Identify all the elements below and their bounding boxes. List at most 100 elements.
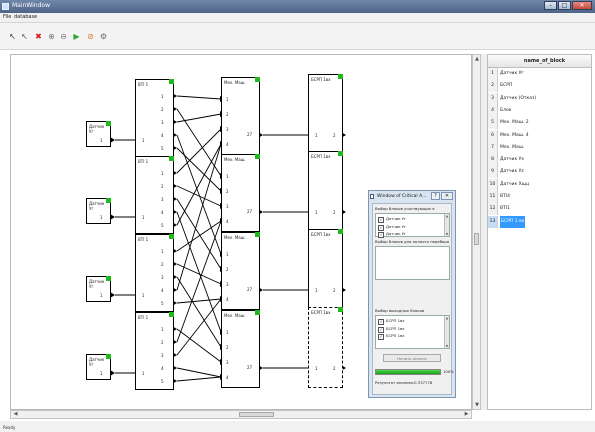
list-scrollbar[interactable]: ▲ ▼ bbox=[444, 214, 449, 236]
pointer-alt-icon[interactable]: ↖ bbox=[20, 32, 29, 41]
sensor-block[interactable]: Датчик Уг bbox=[86, 354, 111, 380]
scroll-right-icon[interactable]: ▶ bbox=[463, 411, 470, 418]
table-row[interactable]: 11 BTI4 bbox=[488, 191, 591, 203]
port-number: 5 bbox=[161, 301, 164, 306]
port-number: 27 bbox=[247, 365, 253, 370]
bsrp-block[interactable]: БСРП 1вх bbox=[308, 151, 343, 232]
table-row[interactable]: 2 БСРП bbox=[488, 80, 591, 93]
stop-icon[interactable]: ⊘ bbox=[86, 32, 95, 41]
block-checkbox[interactable]: ✓ БСРП 1вх bbox=[378, 325, 405, 333]
delete-icon[interactable]: ✖ bbox=[34, 32, 43, 41]
port-number: 1 bbox=[100, 138, 103, 143]
table-row[interactable]: 3 Датчик (Отказ) bbox=[488, 92, 591, 105]
table-row[interactable]: 5 Мех. Маш. 2 bbox=[488, 117, 591, 130]
port-number: 1 bbox=[161, 94, 164, 99]
canvas-vertical-scrollbar[interactable]: ▲ ▼ bbox=[472, 54, 481, 410]
dialog-controls: ? ✕ bbox=[430, 192, 453, 200]
canvas-horizontal-scrollbar[interactable]: ◀ ▶ bbox=[10, 410, 472, 419]
scroll-down-icon[interactable]: ▼ bbox=[474, 402, 480, 408]
checkbox-icon[interactable]: ✓ bbox=[378, 232, 384, 238]
port-number: 1 bbox=[142, 293, 145, 298]
table-header[interactable]: name_of_block bbox=[488, 55, 591, 68]
block-checkbox[interactable]: ✓ БСРП 1вх bbox=[378, 317, 405, 325]
table-row[interactable]: 9 Датчик Уz bbox=[488, 166, 591, 179]
menu-database[interactable]: database bbox=[14, 14, 37, 20]
row-number: 3 bbox=[488, 92, 498, 105]
row-number: 7 bbox=[488, 141, 498, 154]
list-scrollbar[interactable]: ▲ ▼ bbox=[444, 316, 449, 348]
close-button[interactable]: ✕ bbox=[572, 1, 592, 10]
output-blocks-list[interactable]: ▲ ▼ ✓ БСРП 1вх ✓ БСРП 1вх ✓ БСРП 1вх bbox=[375, 315, 450, 349]
bsrp-block[interactable]: БСРП 1вх bbox=[308, 307, 343, 388]
scroll-thumb[interactable] bbox=[474, 233, 479, 245]
block-label: Мех. Маш. bbox=[224, 157, 246, 162]
port-number: 4 bbox=[226, 219, 229, 224]
row-number: 5 bbox=[488, 117, 498, 130]
bti-block[interactable]: BTI 1 bbox=[135, 79, 174, 157]
port-number: 2 bbox=[226, 189, 229, 194]
bti-block[interactable]: BTI 1 bbox=[135, 312, 174, 390]
dialog-close-button[interactable]: ✕ bbox=[441, 192, 453, 200]
run-icon[interactable]: ▶ bbox=[72, 32, 81, 41]
scroll-up-icon[interactable]: ▲ bbox=[474, 56, 480, 62]
full-search-blocks-list[interactable] bbox=[375, 246, 450, 280]
block-checkbox[interactable]: ✓ БСРП 1вх bbox=[378, 332, 405, 340]
bsrp-block[interactable]: БСРП 1вх bbox=[308, 74, 343, 155]
table-row[interactable]: 7 Мех. Маш. bbox=[488, 141, 591, 154]
block-indicator bbox=[338, 151, 343, 156]
port-number: 4 bbox=[226, 297, 229, 302]
scroll-down-icon[interactable]: ▼ bbox=[445, 344, 449, 348]
pointer-icon[interactable]: ↖ bbox=[8, 32, 17, 41]
window-controls: – □ ✕ bbox=[543, 1, 592, 11]
minimize-button[interactable]: – bbox=[544, 1, 557, 10]
port-number: 1 bbox=[315, 133, 318, 138]
row-name: Мех. Маш. 4 bbox=[500, 132, 529, 138]
port-number: 3 bbox=[161, 120, 164, 125]
sensor-block[interactable]: Датчик Уг bbox=[86, 198, 111, 224]
port-number: 1 bbox=[315, 366, 318, 371]
bti-block[interactable]: BTI 1 bbox=[135, 156, 174, 234]
table-row[interactable]: 6 Мех. Маш. 4 bbox=[488, 129, 591, 142]
zoom-in-icon[interactable]: ⊕ bbox=[47, 32, 56, 41]
analysis-blocks-list[interactable]: ▲ ▼ ✓ Датчик Уг ✓ Датчик Уг ✓ Датчик Уг bbox=[375, 213, 450, 238]
row-number: 2 bbox=[488, 80, 498, 93]
block-checkbox[interactable]: ✓ Датчик Уг bbox=[378, 215, 406, 223]
scroll-up-icon[interactable]: ▲ bbox=[445, 316, 449, 320]
table-row[interactable]: 8 Датчик Ух bbox=[488, 154, 591, 167]
maximize-button[interactable]: □ bbox=[558, 1, 571, 10]
port-number: 1 bbox=[100, 293, 103, 298]
table-row[interactable]: 12 BTI1 bbox=[488, 203, 591, 216]
port-number: 1 bbox=[161, 249, 164, 254]
menu-file[interactable]: File bbox=[3, 14, 11, 20]
row-number: 6 bbox=[488, 129, 498, 142]
scroll-down-icon[interactable]: ▼ bbox=[445, 232, 449, 236]
port-number: 2 bbox=[333, 210, 336, 215]
scroll-thumb[interactable] bbox=[239, 412, 274, 417]
table-row[interactable]: 1 Датчик Уг bbox=[488, 68, 591, 80]
wire bbox=[176, 276, 222, 348]
zoom-out-icon[interactable]: ⊖ bbox=[59, 32, 68, 41]
port-number: 3 bbox=[226, 204, 229, 209]
checkbox-label: БСРП 1вх bbox=[386, 318, 405, 323]
sensor-block[interactable]: Датчик Уг bbox=[86, 276, 111, 302]
table-row[interactable]: 13 БСРП 1 вх bbox=[488, 215, 591, 228]
port-number: 27 bbox=[247, 132, 253, 137]
checkbox-icon[interactable]: ✓ bbox=[378, 334, 384, 340]
row-name: Датчик Уг bbox=[500, 71, 524, 76]
port-number: 4 bbox=[161, 133, 164, 138]
start-analysis-button[interactable]: Начать анализ bbox=[383, 354, 441, 362]
block-checkbox[interactable]: ✓ Датчик Уг bbox=[378, 223, 406, 231]
row-number: 10 bbox=[488, 178, 498, 191]
port-number: 3 bbox=[161, 353, 164, 358]
help-button[interactable]: ? bbox=[431, 192, 440, 200]
row-number: 8 bbox=[488, 154, 498, 167]
bsrp-block[interactable]: БСРП 1вх bbox=[308, 229, 343, 310]
block-checkbox[interactable]: ✓ Датчик Уг bbox=[378, 230, 406, 238]
scroll-up-icon[interactable]: ▲ bbox=[445, 214, 449, 218]
bti-block[interactable]: BTI 1 bbox=[135, 234, 174, 312]
sensor-block[interactable]: Датчик Уг bbox=[86, 121, 111, 147]
table-row[interactable]: 4 Блок bbox=[488, 104, 591, 117]
scroll-left-icon[interactable]: ◀ bbox=[12, 411, 19, 418]
table-row[interactable]: 10 Датчик Xщц bbox=[488, 178, 591, 191]
settings-icon[interactable]: ⚙ bbox=[99, 32, 108, 41]
